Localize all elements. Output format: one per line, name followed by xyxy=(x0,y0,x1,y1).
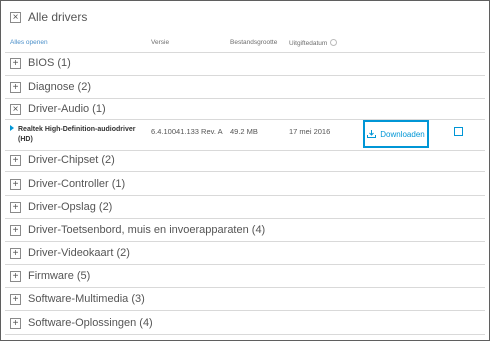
category-diagnose[interactable]: + Diagnose (2) xyxy=(10,80,91,94)
column-version: Versie xyxy=(151,39,170,46)
plus-icon[interactable]: + xyxy=(10,178,21,190)
divider xyxy=(5,264,485,265)
category-label: Software-Multimedia (3) xyxy=(28,293,145,305)
category-label: Driver-Toetsenbord, muis en invoerappara… xyxy=(28,224,266,236)
plus-icon[interactable]: + xyxy=(10,293,21,305)
plus-icon[interactable]: + xyxy=(10,201,21,213)
category-label: Software-Oplossingen (4) xyxy=(28,317,153,329)
download-button[interactable]: Downloaden xyxy=(363,120,429,148)
category-driver-controller[interactable]: + Driver-Controller (1) xyxy=(10,177,125,191)
driver-name[interactable]: Realtek High-Definition-audiodriver (HD) xyxy=(10,125,145,145)
collapse-all-icon[interactable]: × xyxy=(10,11,21,23)
column-file-size: Bestandsgrootte xyxy=(230,39,278,46)
category-label: Driver-Opslag (2) xyxy=(28,201,113,213)
divider xyxy=(5,98,485,99)
driver-version: 6.4.10041.133 Rev. A xyxy=(151,127,223,136)
category-label: Driver-Controller (1) xyxy=(28,178,126,190)
category-label: Firmware (5) xyxy=(28,270,91,282)
close-icon[interactable]: × xyxy=(10,103,21,115)
category-driver-videokaart[interactable]: + Driver-Videokaart (2) xyxy=(10,246,130,260)
caret-right-icon[interactable] xyxy=(10,125,14,131)
plus-icon[interactable]: + xyxy=(10,81,21,93)
open-all-link[interactable]: Alles openen xyxy=(10,39,48,46)
all-drivers-header[interactable]: × Alle drivers xyxy=(10,9,87,25)
all-drivers-panel: × Alle drivers Alles openen Versie Besta… xyxy=(0,0,490,341)
divider xyxy=(5,52,485,53)
divider xyxy=(5,241,485,242)
category-label: Driver-Chipset (2) xyxy=(28,154,115,166)
plus-icon[interactable]: + xyxy=(10,247,21,259)
plus-icon[interactable]: + xyxy=(10,224,21,236)
divider xyxy=(5,75,485,76)
column-release-date-label: Uitgiftedatum xyxy=(289,40,328,47)
category-label: BIOS (1) xyxy=(28,57,71,69)
category-software-oplossingen[interactable]: + Software-Oplossingen (4) xyxy=(10,316,153,330)
download-label: Downloaden xyxy=(380,129,425,139)
column-release-date[interactable]: Uitgiftedatum xyxy=(289,39,338,47)
category-driver-toetsenbord[interactable]: + Driver-Toetsenbord, muis en invoerappa… xyxy=(10,223,265,237)
driver-size: 49.2 MB xyxy=(230,127,258,136)
divider xyxy=(5,287,485,288)
category-driver-opslag[interactable]: + Driver-Opslag (2) xyxy=(10,200,112,214)
category-software-multimedia[interactable]: + Software-Multimedia (3) xyxy=(10,292,145,306)
category-label: Diagnose (2) xyxy=(28,81,91,93)
divider xyxy=(5,218,485,219)
driver-name-text: Realtek High-Definition-audiodriver (HD) xyxy=(18,126,136,143)
category-driver-chipset[interactable]: + Driver-Chipset (2) xyxy=(10,153,115,167)
driver-date: 17 mei 2016 xyxy=(289,127,331,136)
category-driver-audio[interactable]: × Driver-Audio (1) xyxy=(10,102,106,116)
category-label: Driver-Audio (1) xyxy=(28,103,106,115)
divider xyxy=(5,334,485,335)
select-driver-checkbox[interactable] xyxy=(454,127,463,136)
all-drivers-title: Alle drivers xyxy=(28,10,88,24)
divider xyxy=(5,195,485,196)
divider xyxy=(5,171,485,172)
plus-icon[interactable]: + xyxy=(10,270,21,282)
plus-icon[interactable]: + xyxy=(10,154,21,166)
download-icon xyxy=(367,130,377,138)
category-label: Driver-Videokaart (2) xyxy=(28,247,130,259)
plus-icon[interactable]: + xyxy=(10,57,21,69)
plus-icon[interactable]: + xyxy=(10,317,21,329)
category-bios[interactable]: + BIOS (1) xyxy=(10,56,71,70)
divider xyxy=(5,150,485,151)
divider xyxy=(5,310,485,311)
category-firmware[interactable]: + Firmware (5) xyxy=(10,269,90,283)
sort-icon[interactable] xyxy=(330,39,338,46)
